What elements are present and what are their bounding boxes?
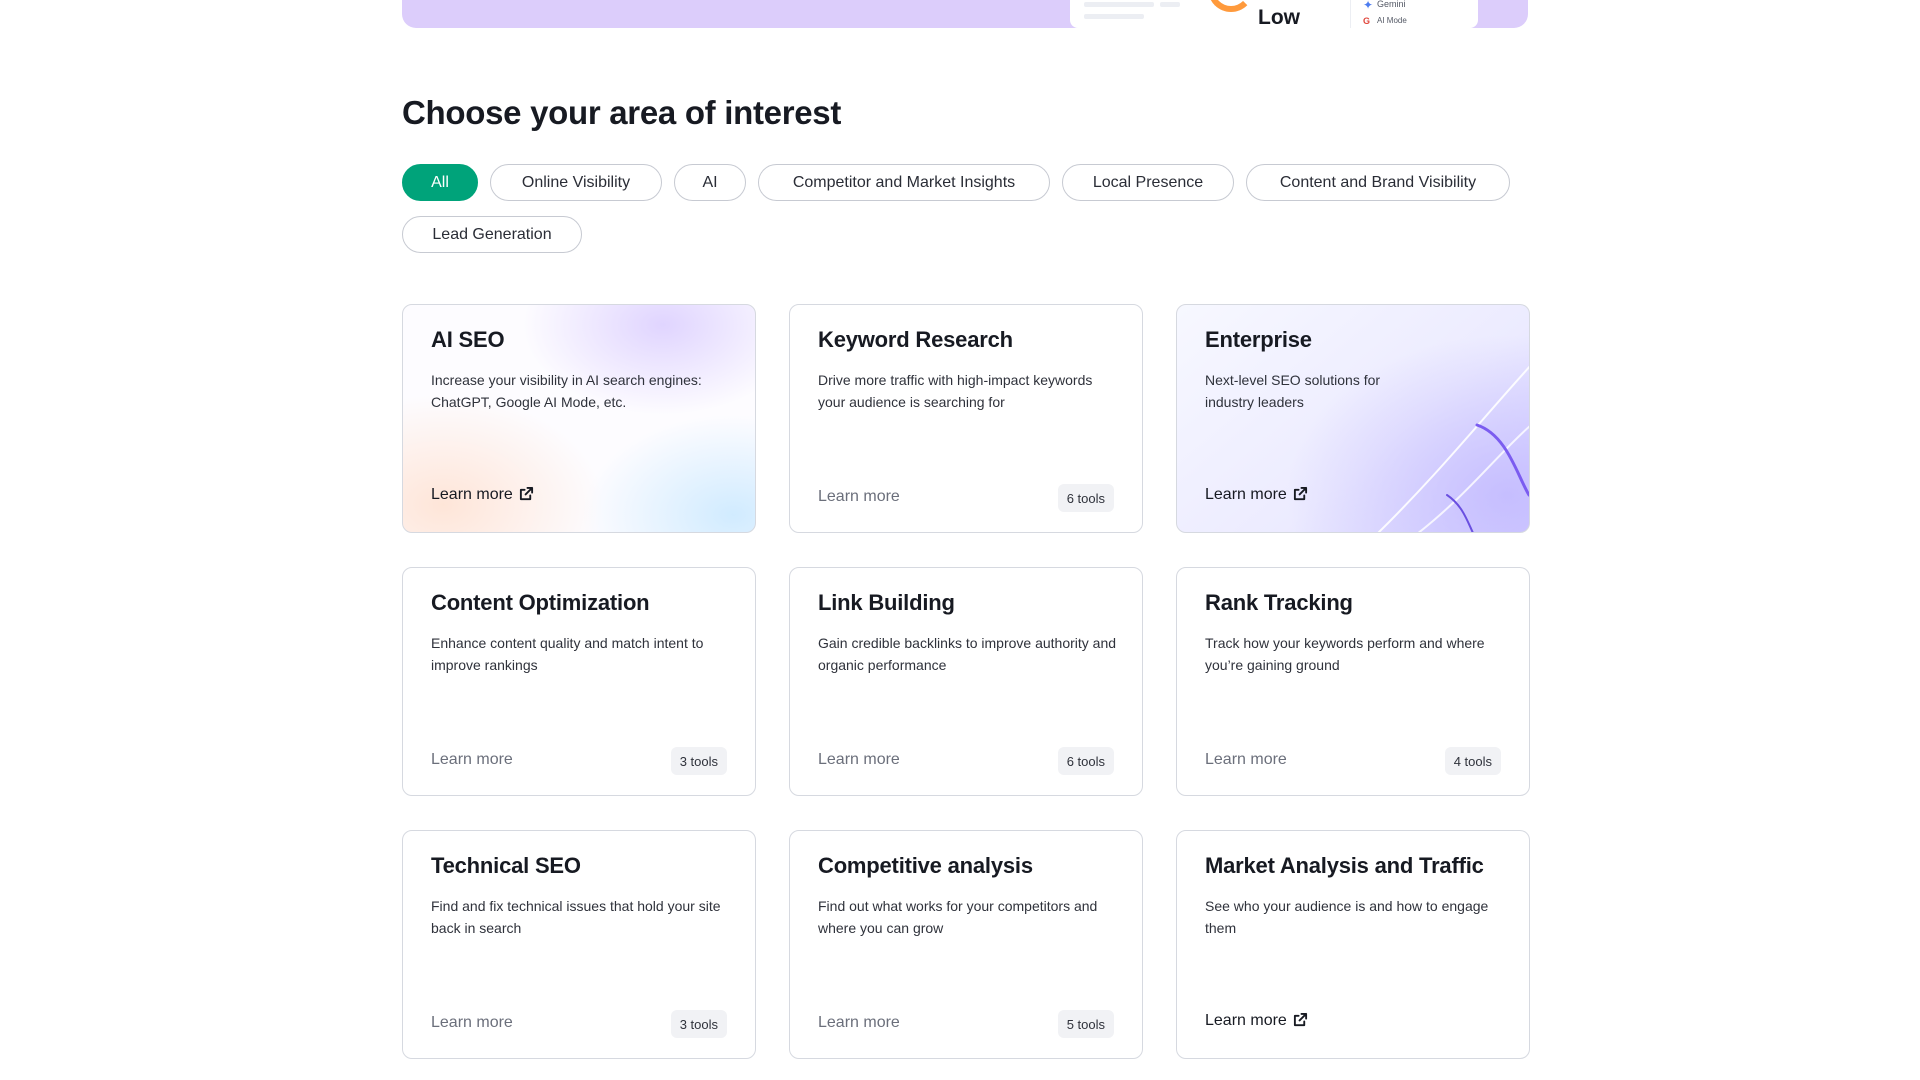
learn-more-link[interactable]: Learn more [818, 488, 900, 506]
card-title: Keyword Research [818, 327, 1013, 352]
card-description: Enhance content quality and match intent… [431, 635, 704, 673]
filter-chip-ai[interactable]: AI [674, 164, 746, 201]
banner-preview-card: Low ✦ Gemini G AI Mode [1070, 0, 1478, 28]
tools-count-badge: 6 tools [1057, 484, 1114, 512]
ai-legend: ✦ Gemini G AI Mode [1350, 0, 1475, 28]
learn-more-link[interactable]: Learn more [1205, 751, 1287, 769]
card-competitive-analysis[interactable]: Competitive analysis Find out what works… [789, 830, 1143, 1059]
learn-more-link[interactable]: Learn more [431, 751, 513, 769]
tools-count-badge: 4 tools [1444, 747, 1501, 775]
card-title: Link Building [818, 590, 955, 615]
learn-more-link[interactable]: Learn more [1205, 1012, 1308, 1032]
legend-gemini: Gemini [1377, 0, 1406, 9]
external-link-icon [1293, 1012, 1308, 1032]
card-title: Content Optimization [431, 590, 650, 615]
google-g-icon: G [1363, 16, 1371, 26]
card-ai-seo[interactable]: AI SEO Increase your visibility in AI se… [402, 304, 756, 533]
gemini-star-icon: ✦ [1363, 0, 1374, 12]
card-description: Find and fix technical issues that hold … [431, 898, 721, 936]
learn-more-link[interactable]: Learn more [1205, 486, 1308, 506]
filter-chip-local-presence[interactable]: Local Presence [1062, 164, 1234, 201]
gauge-icon [1208, 0, 1254, 12]
tools-count-badge: 3 tools [670, 1010, 727, 1038]
card-title: Rank Tracking [1205, 590, 1353, 615]
card-link-building[interactable]: Link Building Gain credible backlinks to… [789, 567, 1143, 796]
card-description: Track how your keywords perform and wher… [1205, 635, 1485, 673]
skeleton-line [1084, 2, 1154, 7]
legend-ai-mode: AI Mode [1377, 16, 1407, 25]
tools-count-badge: 6 tools [1057, 747, 1114, 775]
card-keyword-research[interactable]: Keyword Research Drive more traffic with… [789, 304, 1143, 533]
card-title: Competitive analysis [818, 853, 1033, 878]
learn-more-link[interactable]: Learn more [818, 751, 900, 769]
skeleton-line [1160, 2, 1180, 7]
filter-chip-lead-generation[interactable]: Lead Generation [402, 216, 582, 253]
card-description: Gain credible backlinks to improve autho… [818, 635, 1117, 673]
card-description: Increase your visibility in AI search en… [431, 372, 702, 410]
learn-more-link[interactable]: Learn more [818, 1014, 900, 1032]
learn-more-link[interactable]: Learn more [431, 1014, 513, 1032]
card-title: Enterprise [1205, 327, 1312, 352]
external-link-icon [519, 486, 534, 506]
card-title: AI SEO [431, 327, 505, 352]
card-enterprise[interactable]: Enterprise Next-level SEO solutions for … [1176, 304, 1530, 533]
filter-chip-online-visibility[interactable]: Online Visibility [490, 164, 662, 201]
filter-chip-competitor-market-insights[interactable]: Competitor and Market Insights [758, 164, 1050, 201]
page-title: Choose your area of interest [402, 94, 842, 131]
card-description: Drive more traffic with high-impact keyw… [818, 372, 1093, 410]
card-description: Next-level SEO solutions for industry le… [1205, 372, 1381, 410]
gauge-label: Low [1258, 6, 1300, 28]
card-title: Market Analysis and Traffic [1205, 853, 1484, 878]
card-description: Find out what works for your competitors… [818, 898, 1098, 936]
card-rank-tracking[interactable]: Rank Tracking Track how your keywords pe… [1176, 567, 1530, 796]
promo-banner: Low ✦ Gemini G AI Mode [402, 0, 1528, 28]
learn-more-link[interactable]: Learn more [431, 486, 534, 506]
tools-count-badge: 3 tools [670, 747, 727, 775]
tools-count-badge: 5 tools [1057, 1010, 1114, 1038]
learn-more-label: Learn more [1205, 486, 1287, 503]
learn-more-label: Learn more [431, 486, 513, 503]
filter-chip-all[interactable]: All [402, 164, 478, 201]
card-description: See who your audience is and how to enga… [1205, 898, 1489, 936]
card-technical-seo[interactable]: Technical SEO Find and fix technical iss… [402, 830, 756, 1059]
card-market-analysis-traffic[interactable]: Market Analysis and Traffic See who your… [1176, 830, 1530, 1059]
card-title: Technical SEO [431, 853, 581, 878]
learn-more-label: Learn more [1205, 1012, 1287, 1029]
skeleton-line [1084, 14, 1144, 19]
filter-chip-content-brand-visibility[interactable]: Content and Brand Visibility [1246, 164, 1510, 201]
external-link-icon [1293, 486, 1308, 506]
card-content-optimization[interactable]: Content Optimization Enhance content qua… [402, 567, 756, 796]
